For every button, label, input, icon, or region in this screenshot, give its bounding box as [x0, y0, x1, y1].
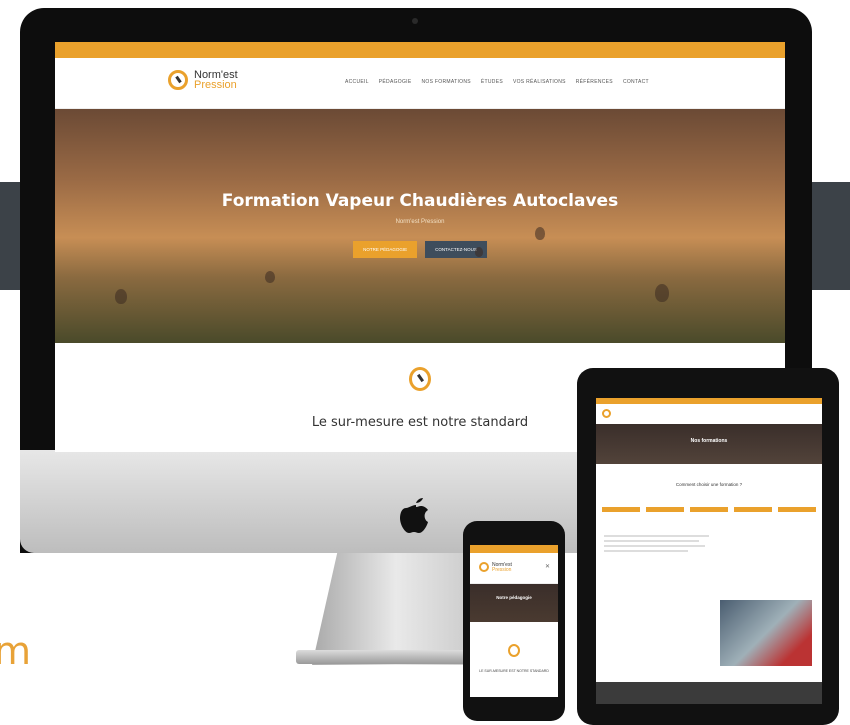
- close-icon[interactable]: ✕: [545, 563, 550, 570]
- compass-pin-icon: [602, 409, 611, 418]
- balloon-decor: [535, 227, 545, 240]
- tab-button[interactable]: [690, 507, 728, 512]
- hero-subtitle: Norm'est Pression: [395, 219, 445, 225]
- logo-line2: Pression: [194, 79, 237, 91]
- phone-tagline: LE SUR-MESURE EST NOTRE STANDARD: [479, 669, 549, 673]
- phone-logo-line2: Pression: [492, 567, 512, 573]
- tab-button[interactable]: [734, 507, 772, 512]
- phone-logo: Norm'est Pression: [492, 563, 512, 573]
- balloon-decor: [655, 284, 669, 302]
- balloon-decor: [115, 289, 127, 304]
- hero-section: Formation Vapeur Chaudières Autoclaves N…: [55, 109, 785, 343]
- top-contact-bar: [55, 42, 785, 58]
- menu-item-pedagogie[interactable]: PÉDAGOGIE: [379, 79, 412, 85]
- tab-button[interactable]: [602, 507, 640, 512]
- menu-item-contact[interactable]: CONTACT: [623, 79, 649, 85]
- tablet-footer: [596, 682, 822, 704]
- site-header: Norm'est Pression ACCUEIL PÉDAGOGIE NOS …: [55, 58, 785, 109]
- tablet-screen: Nos formations Comment choisir une forma…: [596, 398, 822, 704]
- menu-item-accueil[interactable]: ACCUEIL: [345, 79, 369, 85]
- balloon-decor: [475, 247, 483, 257]
- apple-logo-icon: [400, 498, 428, 533]
- camera-icon: [412, 18, 418, 24]
- compass-pin-icon: [479, 562, 489, 572]
- compass-pin-icon: [508, 644, 520, 657]
- phone-screen: Norm'est Pression ✕ Notre pédagogie LE S…: [470, 545, 558, 697]
- pedagogie-button[interactable]: NOTRE PÉDAGOGIE: [353, 241, 418, 258]
- hero-title: Formation Vapeur Chaudières Autoclaves: [221, 191, 619, 211]
- tablet-header: [596, 404, 822, 424]
- phone-hero-title: Notre pédagogie: [470, 584, 558, 622]
- balloon-decor: [265, 271, 275, 283]
- tablet-text-block: [596, 512, 822, 575]
- phone-topbar: [470, 545, 558, 553]
- tablet-question: Comment choisir une formation ?: [675, 482, 743, 487]
- main-menu: ACCUEIL PÉDAGOGIE NOS FORMATIONS ÉTUDES …: [345, 79, 649, 85]
- tablet-tabs: [596, 507, 822, 512]
- compass-pin-icon: [409, 367, 431, 391]
- tablet-photo: [720, 600, 812, 666]
- compass-pin-icon: [168, 70, 188, 90]
- tab-button[interactable]: [778, 507, 816, 512]
- tablet-hero-title: Nos formations: [596, 424, 822, 464]
- tab-button[interactable]: [646, 507, 684, 512]
- menu-item-references[interactable]: RÉFÉRENCES: [576, 79, 613, 85]
- menu-item-realisations[interactable]: VOS RÉALISATIONS: [513, 79, 566, 85]
- side-text: m: [0, 629, 32, 673]
- menu-item-etudes[interactable]: ÉTUDES: [481, 79, 503, 85]
- phone-header: Norm'est Pression ✕: [470, 553, 558, 584]
- site-logo[interactable]: Norm'est Pression: [168, 70, 238, 91]
- menu-item-formations[interactable]: NOS FORMATIONS: [422, 79, 471, 85]
